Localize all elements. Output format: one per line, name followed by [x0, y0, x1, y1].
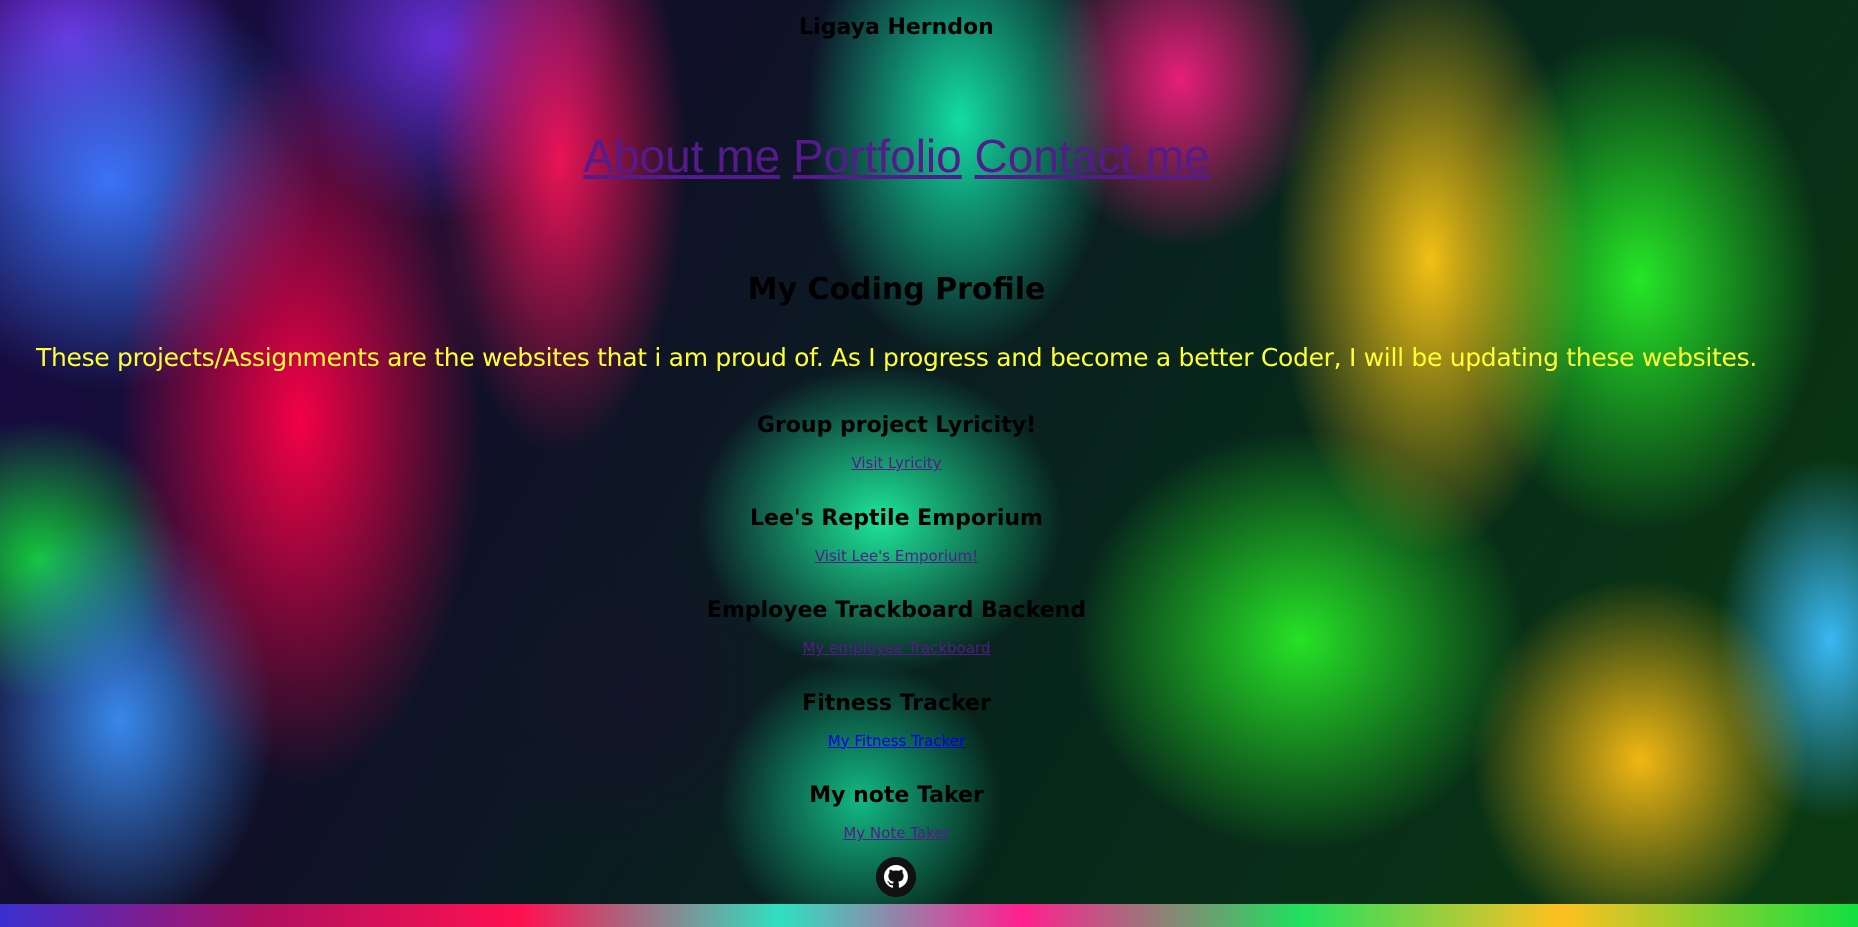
project-title: Group project Lyricity! [756, 413, 1037, 438]
project-title: Fitness Tracker [802, 690, 991, 716]
project-item-fitness-tracker: Fitness Tracker My Fitness Tracker [0, 688, 1793, 781]
nav-link-contact[interactable]: Contact me [975, 130, 1210, 182]
project-link-lyricity[interactable]: Visit Lyricity [851, 454, 941, 472]
project-title: Lee's Reptile Emporium [750, 505, 1043, 531]
project-link-reptile-emporium[interactable]: Visit Lee's Emporium! [815, 547, 978, 565]
page-title: My Coding Profile [747, 272, 1046, 307]
intro-text: These projects/Assignments are the websi… [35, 343, 1758, 372]
project-title: My note Taker [809, 783, 984, 808]
nav-link-portfolio[interactable]: Portfolio [793, 130, 962, 182]
nav-link-about[interactable]: About me [583, 130, 780, 182]
project-list: Group project Lyricity! Visit Lyricity L… [0, 410, 1793, 873]
project-link-employee-trackboard[interactable]: My employee Trackboard [803, 639, 991, 657]
project-title: Employee Trackboard Backend [706, 598, 1087, 623]
main-nav: About me Portfolio Contact me [0, 128, 1793, 184]
github-octocat-icon [876, 857, 916, 897]
github-icon[interactable] [876, 857, 916, 897]
project-item-employee-trackboard: Employee Trackboard Backend My employee … [0, 595, 1793, 688]
site-owner-name: Ligaya Herndon [799, 15, 994, 40]
project-item-reptile-emporium: Lee's Reptile Emporium Visit Lee's Empor… [0, 503, 1793, 596]
project-item-lyricity: Group project Lyricity! Visit Lyricity [0, 410, 1793, 503]
project-link-fitness-tracker[interactable]: My Fitness Tracker [828, 732, 965, 750]
project-link-note-taker[interactable]: My Note Taker [843, 824, 949, 842]
background-strip [0, 904, 1858, 927]
